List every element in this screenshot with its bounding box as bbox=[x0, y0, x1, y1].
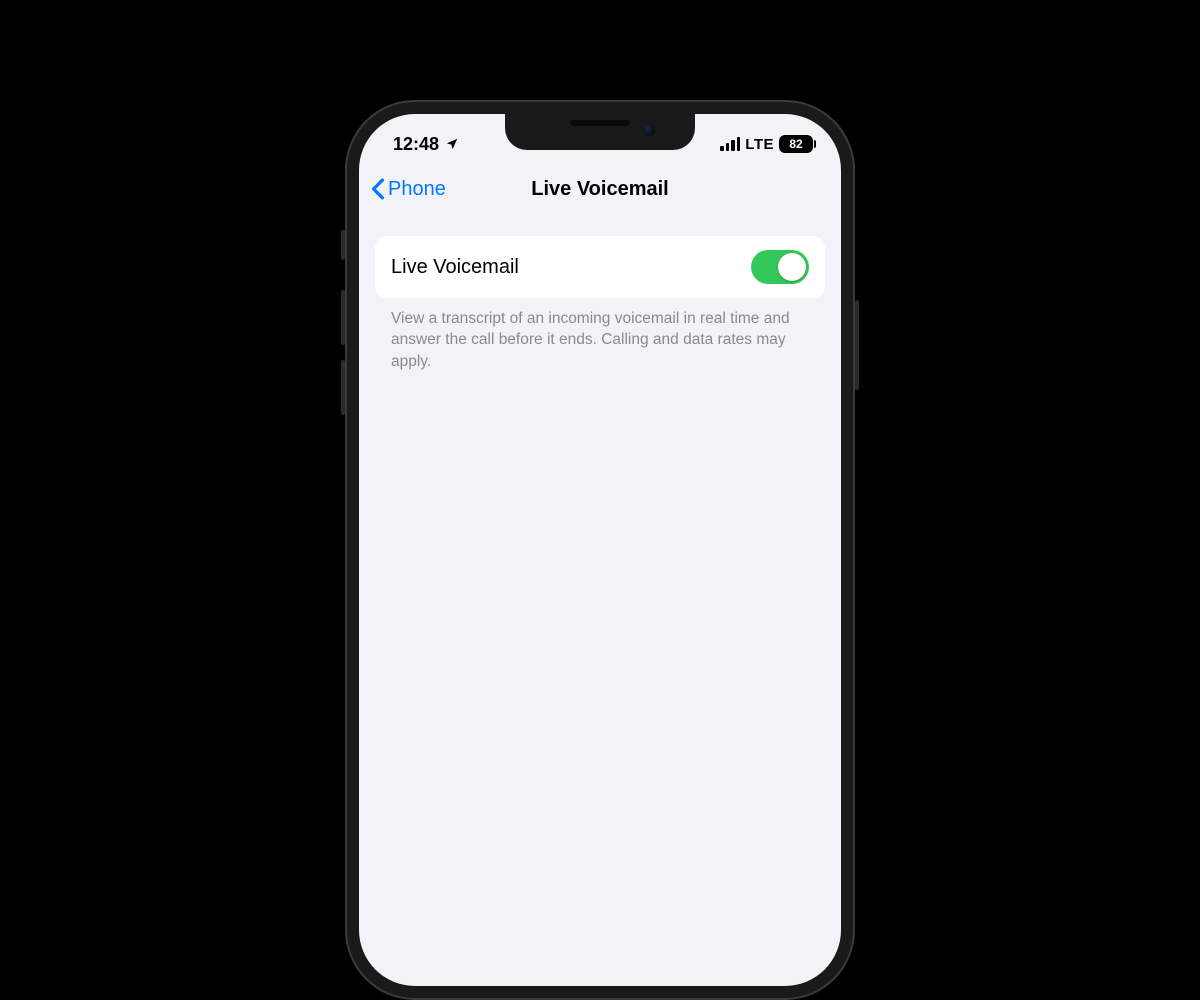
settings-content: Live Voicemail View a transcript of an i… bbox=[359, 214, 841, 372]
navigation-bar: Phone Live Voicemail bbox=[359, 164, 841, 214]
location-icon bbox=[445, 137, 459, 151]
phone-frame: 12:48 LTE 82 Phone bbox=[345, 100, 855, 1000]
volume-up-button bbox=[341, 290, 345, 345]
cellular-signal-icon bbox=[720, 137, 740, 151]
chevron-left-icon bbox=[371, 178, 385, 200]
back-button[interactable]: Phone bbox=[371, 178, 446, 201]
power-button bbox=[855, 300, 859, 390]
screen: 12:48 LTE 82 Phone bbox=[359, 114, 841, 986]
volume-down-button bbox=[341, 360, 345, 415]
setting-label: Live Voicemail bbox=[391, 256, 519, 279]
status-left: 12:48 bbox=[393, 134, 459, 155]
battery-percent: 82 bbox=[789, 137, 802, 151]
live-voicemail-row: Live Voicemail bbox=[375, 236, 825, 298]
setting-description: View a transcript of an incoming voicema… bbox=[375, 298, 825, 372]
back-label: Phone bbox=[388, 178, 446, 201]
front-camera bbox=[643, 124, 655, 136]
toggle-knob bbox=[778, 253, 806, 281]
status-right: LTE 82 bbox=[720, 135, 813, 153]
display-notch bbox=[505, 114, 695, 150]
battery-icon: 82 bbox=[779, 135, 813, 153]
silence-switch bbox=[341, 230, 345, 260]
network-type: LTE bbox=[745, 136, 774, 153]
status-time: 12:48 bbox=[393, 134, 439, 155]
live-voicemail-toggle[interactable] bbox=[751, 250, 809, 284]
earpiece-speaker bbox=[570, 120, 630, 126]
